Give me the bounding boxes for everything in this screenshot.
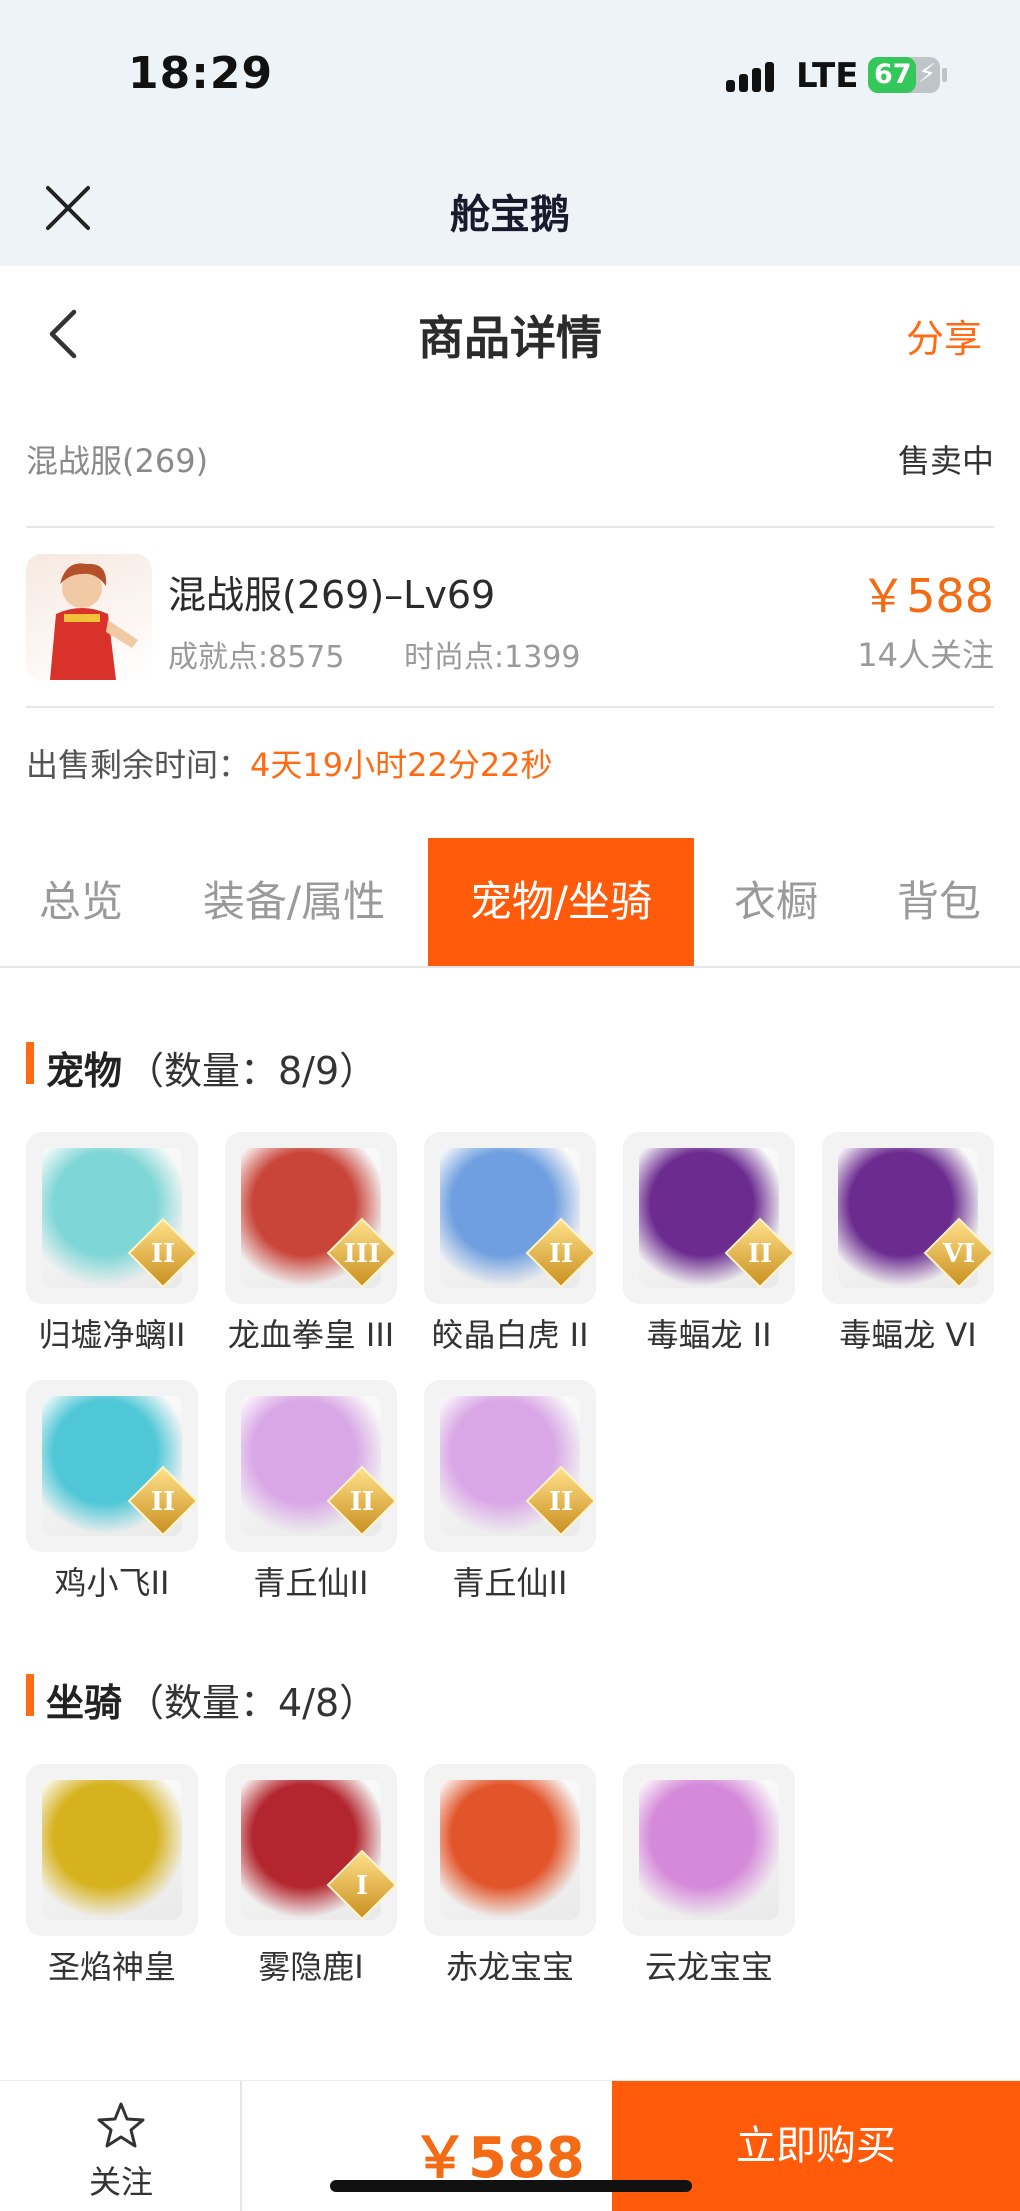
item-name: 毒蝠龙 II [646, 1316, 772, 1354]
pets-title: 宠物 [46, 1049, 123, 1093]
item-name: 龙血拳皇 III [227, 1316, 395, 1354]
tab-overview[interactable]: 总览 [0, 838, 162, 966]
grid-item[interactable]: II 毒蝠龙 II [623, 1132, 795, 1356]
item-thumbnail: II [623, 1132, 795, 1304]
item-name: 青丘仙II [452, 1564, 568, 1602]
item-thumbnail [424, 1764, 596, 1936]
home-indicator [330, 2180, 692, 2192]
signal-icon [726, 58, 778, 92]
item-thumbnail: II [424, 1380, 596, 1552]
mounts-count: （数量：4/8） [126, 1681, 378, 1725]
grid-item[interactable]: III 龙血拳皇 III [225, 1132, 397, 1356]
grid-item[interactable]: II 青丘仙II [424, 1380, 596, 1604]
mounts-title: 坐骑 [46, 1681, 123, 1725]
fashion-points: 时尚点:1399 [404, 640, 581, 675]
status-badge: 售卖中 [897, 442, 994, 480]
item-name: 云龙宝宝 [644, 1948, 773, 1986]
item-artwork [42, 1780, 182, 1920]
item-name: 皎晶白虎 II [431, 1316, 589, 1354]
tab-bar: 总览 装备/属性 宠物/坐骑 衣橱 背包 [0, 838, 1020, 968]
nav-bar: 商品详情 分享 [0, 266, 1020, 396]
product-name: 混战服(269)–Lv69 [168, 573, 496, 617]
item-thumbnail: III [225, 1132, 397, 1304]
app-title: 舱宝鹅 [450, 192, 570, 238]
grid-item[interactable]: VI 毒蝠龙 VI [822, 1132, 994, 1356]
network-label: LTE [796, 56, 859, 96]
item-name: 归墟净螭II [38, 1316, 186, 1354]
page-title: 商品详情 [418, 311, 602, 365]
item-name: 鸡小飞II [54, 1564, 170, 1602]
achievement-points: 成就点:8575 [168, 640, 345, 675]
tier-label: II [548, 1487, 574, 1517]
product-summary[interactable]: 混战服(269)–Lv69 成就点:8575 时尚点:1399 ￥588 14人… [26, 554, 994, 682]
tier-label: VI [942, 1239, 976, 1269]
tab-backpack[interactable]: 背包 [858, 838, 1020, 966]
tier-label: II [150, 1487, 176, 1517]
pets-count: （数量：8/9） [126, 1049, 378, 1093]
remaining-time: 出售剩余时间：4天19小时22分22秒 [26, 740, 553, 786]
item-name: 圣焰神皇 [47, 1948, 176, 1986]
favorite-label: 关注 [88, 2163, 153, 2201]
battery-icon: 67 ⚡ [868, 57, 947, 93]
item-artwork [440, 1780, 580, 1920]
grid-item[interactable]: II 青丘仙II [225, 1380, 397, 1604]
product-price: ￥588 [860, 569, 994, 623]
remaining-time-value: 4天19小时22分22秒 [250, 746, 553, 784]
follower-count: 14人关注 [857, 636, 994, 674]
grid-item[interactable]: II 鸡小飞II [26, 1380, 198, 1604]
item-name: 毒蝠龙 VI [839, 1316, 977, 1354]
item-thumbnail: I [225, 1764, 397, 1936]
tier-label: II [747, 1239, 773, 1269]
tab-wardrobe[interactable]: 衣橱 [694, 838, 858, 966]
item-artwork [639, 1780, 779, 1920]
divider [26, 526, 994, 528]
grid-item[interactable]: II 皎晶白虎 II [424, 1132, 596, 1356]
tier-label: II [548, 1239, 574, 1269]
item-thumbnail: II [26, 1132, 198, 1304]
item-thumbnail [623, 1764, 795, 1936]
item-thumbnail: II [26, 1380, 198, 1552]
star-icon [97, 2102, 145, 2148]
item-name: 雾隐鹿I [258, 1948, 364, 1986]
battery-percent: 67 [874, 59, 912, 90]
tab-pets-mounts[interactable]: 宠物/坐骑 [428, 838, 694, 966]
grid-item[interactable]: 云龙宝宝 [623, 1764, 795, 1988]
item-thumbnail: II [424, 1132, 596, 1304]
character-avatar [26, 554, 152, 680]
tier-label: III [343, 1239, 381, 1269]
grid-item[interactable]: 圣焰神皇 [26, 1764, 198, 1988]
server-row: 混战服(269) 售卖中 [26, 430, 994, 490]
favorite-button[interactable]: 关注 [0, 2081, 242, 2211]
item-thumbnail: II [225, 1380, 397, 1552]
item-name: 赤龙宝宝 [445, 1948, 574, 1986]
grid-item[interactable]: II 归墟净螭II [26, 1132, 198, 1356]
grid-item[interactable]: I 雾隐鹿I [225, 1764, 397, 1988]
item-thumbnail [26, 1764, 198, 1936]
share-button[interactable]: 分享 [906, 308, 982, 363]
item-thumbnail: VI [822, 1132, 994, 1304]
tier-label: II [349, 1487, 375, 1517]
tier-label: I [355, 1871, 369, 1901]
status-time: 18:29 [128, 48, 274, 99]
tab-equipment[interactable]: 装备/属性 [162, 838, 426, 966]
divider [26, 706, 994, 708]
tier-label: II [150, 1239, 176, 1269]
app-bar: 舱宝鹅 [0, 150, 1020, 266]
grid-item[interactable]: 赤龙宝宝 [424, 1764, 596, 1988]
remaining-time-label: 出售剩余时间： [26, 746, 251, 784]
server-name: 混战服(269) [26, 442, 209, 480]
item-name: 青丘仙II [253, 1564, 369, 1602]
status-bar: 18:29 LTE 67 ⚡ [0, 0, 1020, 150]
